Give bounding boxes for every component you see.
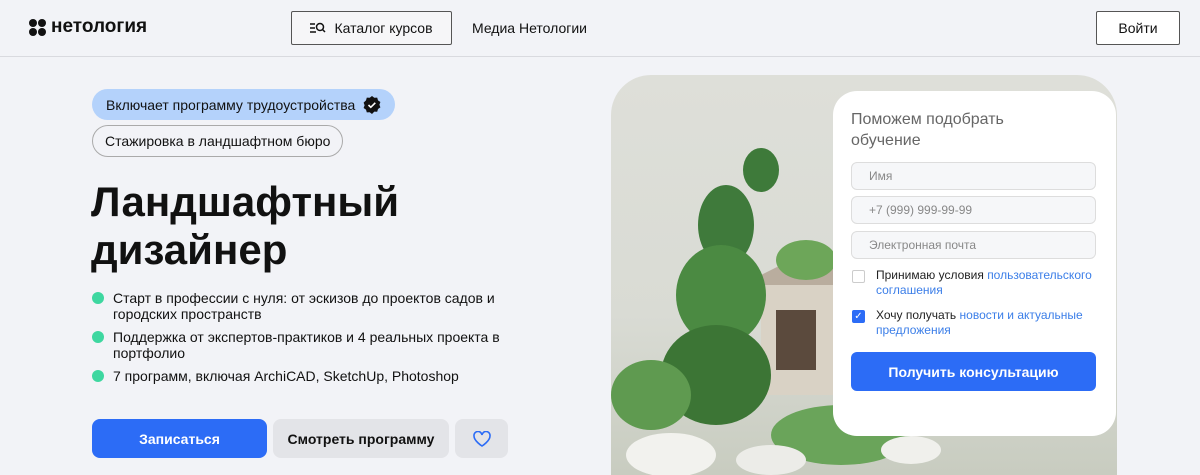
consultation-form: Поможем подобрать обучение Имя +7 (999) …: [833, 91, 1116, 436]
heart-icon: [472, 430, 491, 447]
logo[interactable]: нетология: [29, 16, 147, 38]
benefit-item: 7 программ, включая ArchiCAD, SketchUp, …: [92, 368, 512, 384]
benefit-item: Поддержка от экспертов-практиков и 4 реа…: [92, 329, 512, 361]
logo-icon: [29, 18, 46, 36]
site-header: нетология Каталог курсов Медиа Нетологии…: [0, 0, 1200, 57]
favorite-button[interactable]: [455, 419, 508, 458]
news-checkbox[interactable]: ✓: [852, 310, 865, 323]
internship-badge: Стажировка в ландшафтном бюро: [92, 125, 344, 157]
phone-input[interactable]: +7 (999) 999-99-99: [851, 196, 1096, 224]
view-program-button[interactable]: Смотреть программу: [273, 419, 449, 458]
benefit-item: Старт в профессии с нуля: от эскизов до …: [92, 290, 512, 322]
media-link[interactable]: Медиа Нетологии: [472, 20, 587, 36]
agree-text: Принимаю условия: [876, 268, 988, 282]
login-button[interactable]: Войти: [1096, 11, 1180, 45]
catalog-search-icon: [310, 22, 326, 33]
form-title: Поможем подобрать обучение: [851, 111, 1004, 149]
news-label: Хочу получать новости и актуальные предл…: [876, 308, 1106, 338]
checkmark-icon: ✓: [854, 311, 863, 322]
verified-check-icon: [363, 95, 381, 114]
news-text: Хочу получать: [876, 308, 960, 322]
get-consultation-button[interactable]: Получить консультацию: [851, 352, 1096, 391]
name-input[interactable]: Имя: [851, 162, 1096, 190]
agree-label: Принимаю условия пользовательского согла…: [876, 268, 1106, 298]
employment-badge: Включает программу трудоустройства: [92, 89, 396, 120]
course-title: Ландшафтный дизайнер: [91, 178, 400, 273]
agree-checkbox[interactable]: [852, 270, 865, 283]
catalog-button[interactable]: Каталог курсов: [291, 11, 452, 45]
employment-badge-label: Включает программу трудоустройства: [106, 96, 356, 113]
logo-text: нетология: [51, 16, 148, 37]
email-input[interactable]: Электронная почта: [851, 231, 1096, 259]
catalog-label: Каталог курсов: [334, 20, 433, 36]
benefits-list: Старт в профессии с нуля: от эскизов до …: [92, 290, 512, 391]
enroll-button[interactable]: Записаться: [92, 419, 267, 458]
